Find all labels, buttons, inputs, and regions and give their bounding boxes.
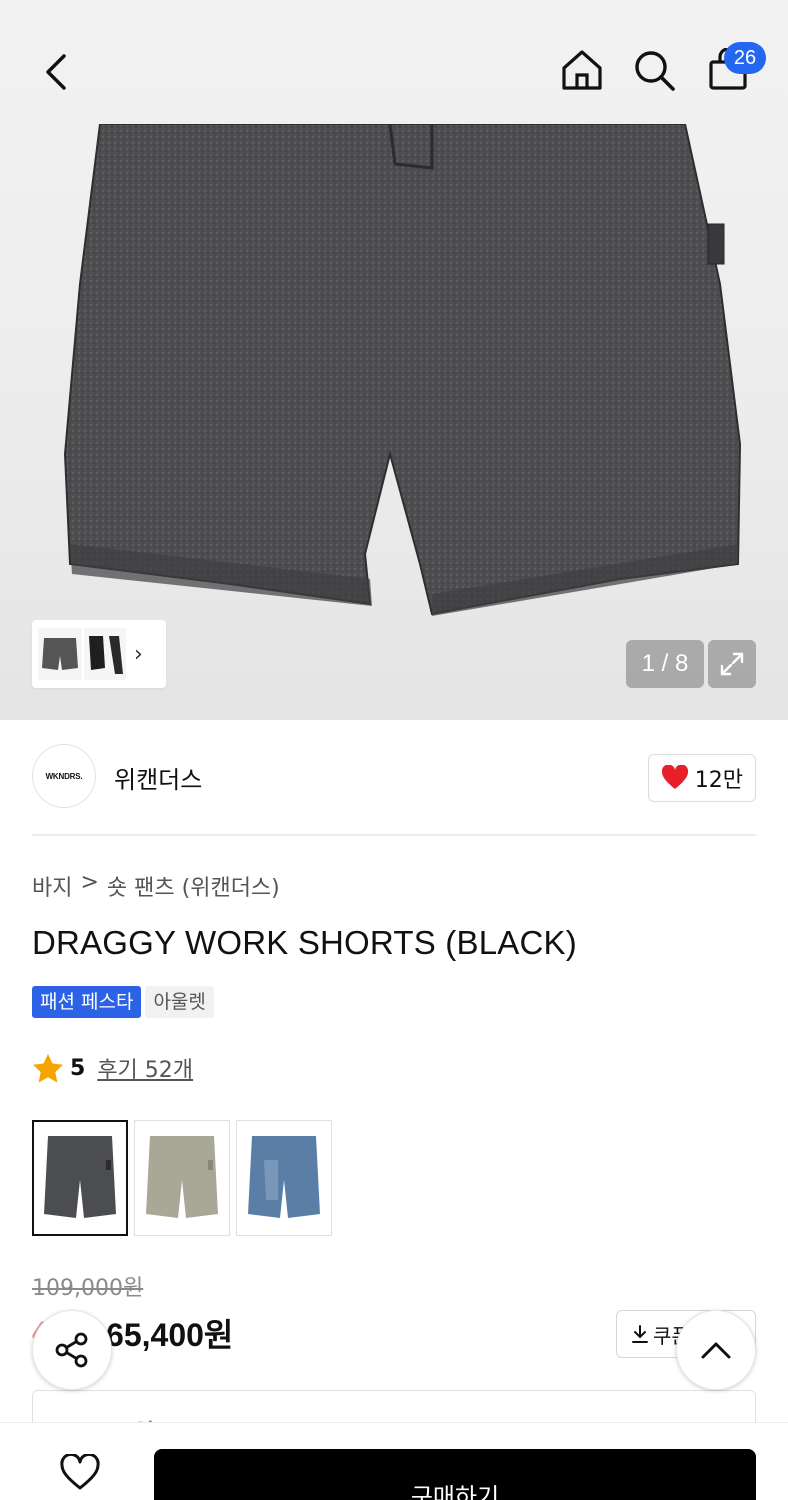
bottom-action-bar: 구매하기 (0, 1422, 788, 1500)
thumbnail-image[interactable] (38, 628, 82, 680)
chevron-up-icon (701, 1342, 731, 1359)
search-button[interactable] (626, 42, 682, 98)
color-option-blue[interactable] (236, 1120, 332, 1236)
share-icon (55, 1332, 88, 1368)
divider (32, 834, 756, 836)
star-icon (33, 1054, 63, 1083)
color-option-beige[interactable] (134, 1120, 230, 1236)
tag-outlet: 아울렛 (145, 986, 214, 1018)
product-image[interactable] (60, 124, 750, 624)
chevron-right-icon[interactable]: › (134, 642, 143, 667)
breadcrumb-subcategory[interactable]: 숏 팬츠 (위캔더스) (107, 870, 280, 902)
product-tags: 패션 페스타 아울렛 (32, 986, 214, 1018)
like-count: 12만 (694, 768, 743, 793)
top-navigation-bar: 26 (0, 0, 788, 124)
chevron-left-icon (46, 54, 66, 90)
expand-icon (720, 652, 744, 676)
original-price: 109,000원 (32, 1276, 144, 1301)
brand-row: WKNDRS. 위캔더스 12만 (32, 744, 756, 810)
back-button[interactable] (28, 44, 84, 100)
image-counter: 1 / 8 (626, 640, 704, 688)
brand-logo[interactable]: WKNDRS. (32, 744, 96, 808)
tag-fashion-festa: 패션 페스타 (32, 986, 142, 1018)
color-options (32, 1120, 332, 1236)
review-count-link[interactable]: 후기 52개 (97, 1052, 193, 1084)
search-icon (635, 51, 675, 91)
rating-score: 5 (70, 1055, 86, 1081)
breadcrumb-separator: > (80, 870, 99, 895)
share-button[interactable] (32, 1310, 112, 1390)
download-icon (632, 1325, 648, 1343)
sale-price: 65,400원 (106, 1317, 234, 1353)
heart-filled-icon (661, 765, 688, 789)
breadcrumb: 바지 > 숏 팬츠 (위캔더스) (32, 870, 280, 902)
buy-button[interactable]: 구매하기 (154, 1449, 756, 1500)
gallery-thumbnail-strip[interactable]: › (32, 620, 166, 688)
breadcrumb-category[interactable]: 바지 (32, 870, 72, 902)
home-icon (562, 50, 602, 90)
color-option-black[interactable] (32, 1120, 128, 1236)
cart-count-badge: 26 (724, 42, 766, 74)
product-title: DRAGGY WORK SHORTS (BLACK) (32, 924, 577, 961)
brand-like-button[interactable]: 12만 (647, 754, 756, 802)
product-gallery[interactable]: 26 › 1 / 8 (0, 0, 788, 720)
scroll-to-top-button[interactable] (676, 1310, 756, 1390)
home-button[interactable] (554, 42, 610, 98)
rating-row: 5 후기 52개 (32, 1052, 193, 1084)
brand-name[interactable]: 위캔더스 (114, 760, 202, 795)
heart-outline-icon (60, 1454, 100, 1490)
wishlist-button[interactable] (52, 1449, 108, 1497)
expand-button[interactable] (708, 640, 756, 688)
thumbnail-image[interactable] (84, 628, 126, 680)
